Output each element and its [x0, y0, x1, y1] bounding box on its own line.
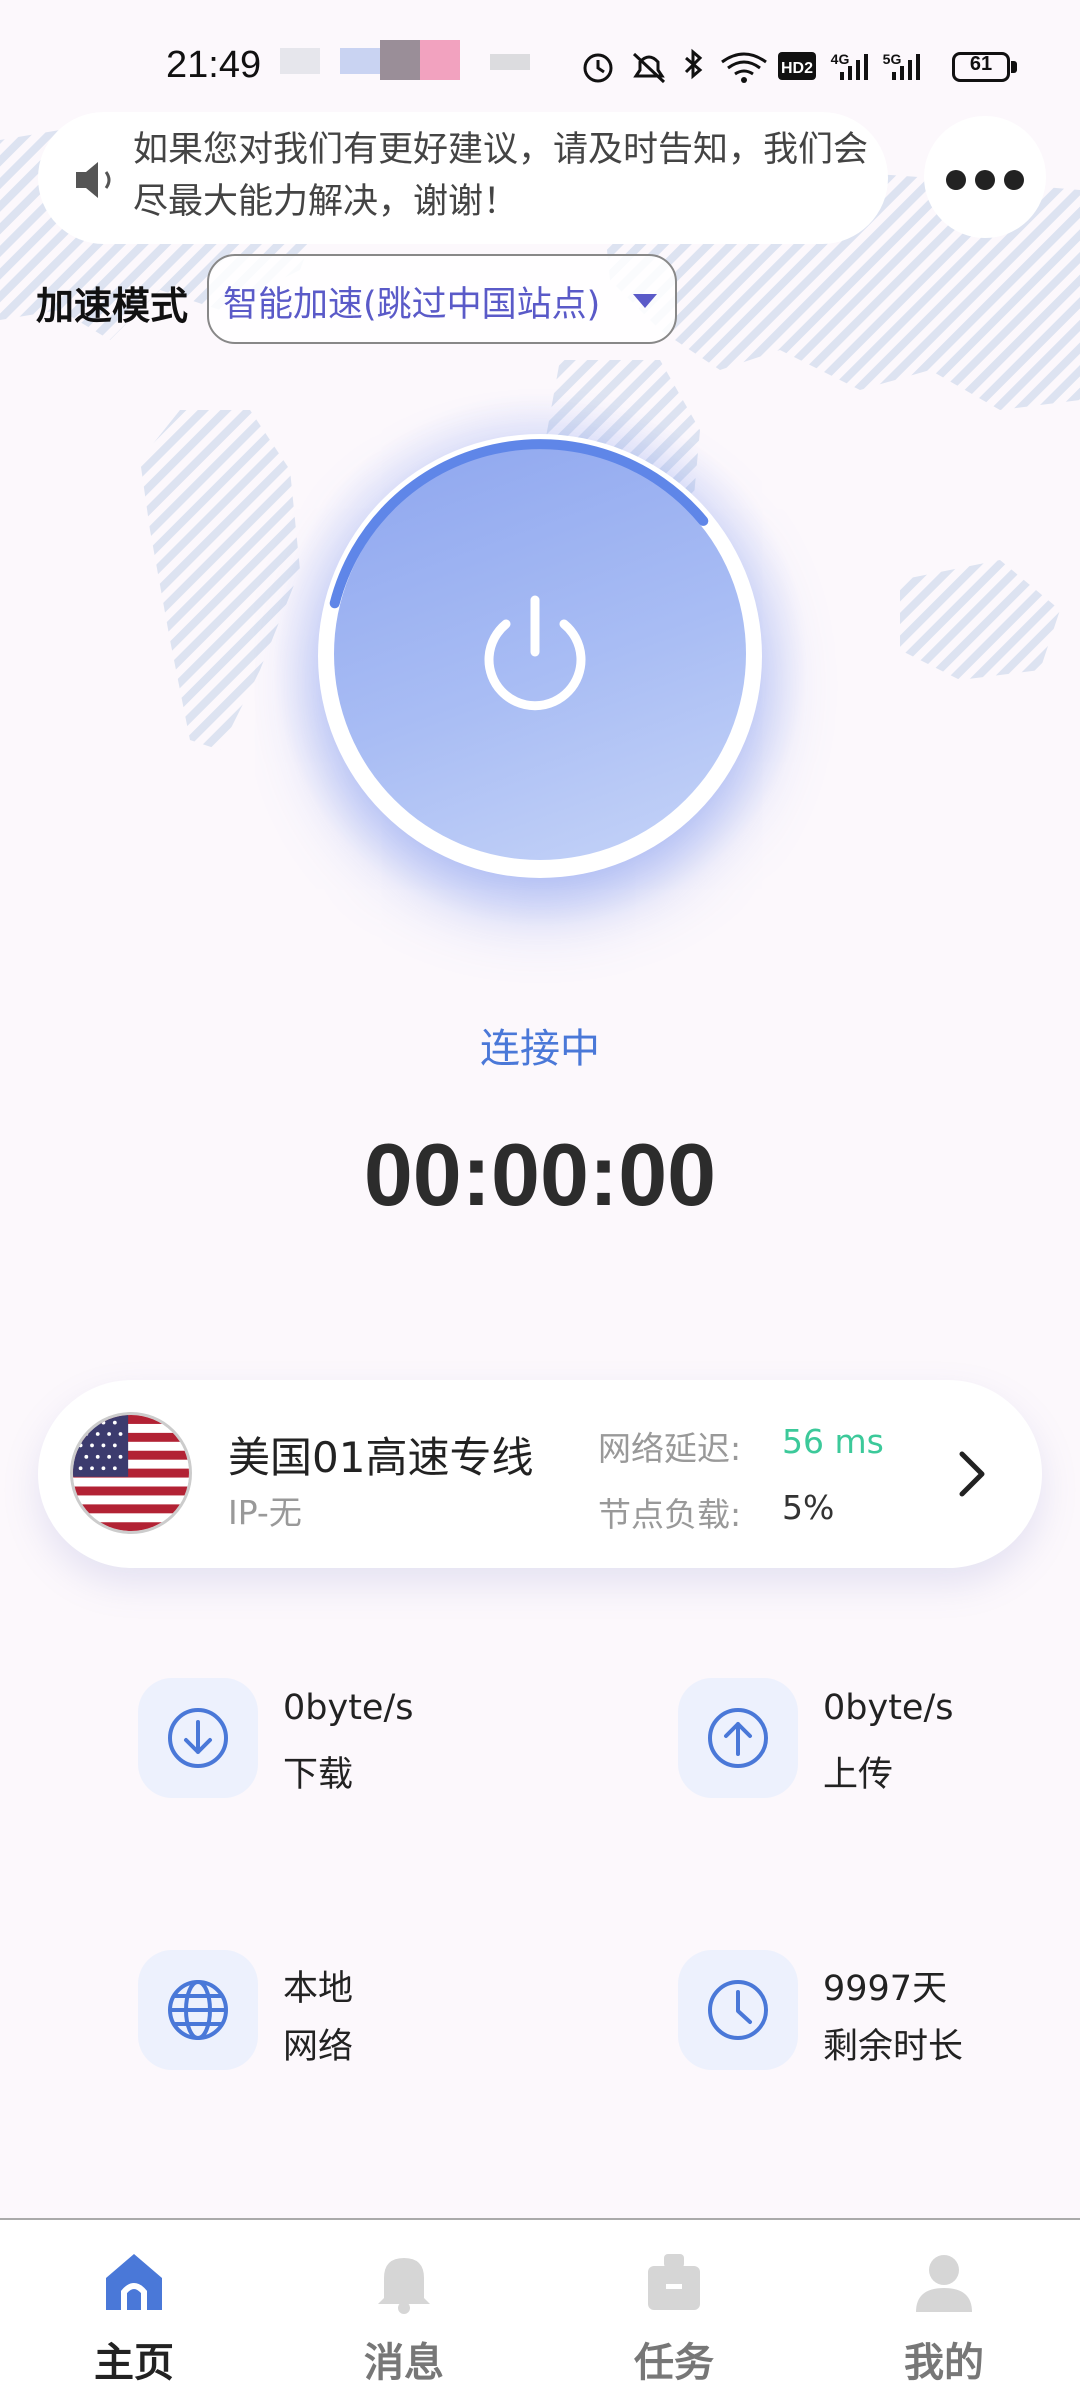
signal-5g-label: 5G: [883, 51, 902, 67]
latency-label: 网络延迟:: [598, 1429, 742, 1468]
download-speed: 0byte/s: [283, 1688, 414, 1728]
more-dot-icon: [1004, 170, 1024, 190]
app-screen: 21:49 HD2 4G 5G 61 如果您对我们有更好建议，请及时告知，我们会…: [0, 0, 1080, 2400]
more-dot-icon: [946, 170, 966, 190]
more-options-button[interactable]: [924, 116, 1046, 238]
nav-profile-label: 我的: [904, 2340, 984, 2386]
server-ip: IP-无: [228, 1493, 302, 1532]
globe-icon: [168, 1980, 228, 2040]
battery-tip: [1011, 61, 1017, 73]
bell-icon: [378, 2258, 430, 2314]
nav-tasks[interactable]: 任务: [574, 2218, 774, 2400]
clock-icon-box: [678, 1950, 798, 2070]
clock-icon: [708, 1980, 768, 2040]
download-icon: [168, 1708, 228, 1768]
mode-label: 加速模式: [36, 284, 189, 328]
mode-selected-value: 智能加速(跳过中国站点): [223, 285, 601, 325]
connection-timer: 00:00:00: [363, 1125, 717, 1224]
nav-home-label: 主页: [94, 2340, 174, 2386]
tasks-icon: [648, 2254, 700, 2310]
download-label: 下载: [283, 1755, 354, 1795]
upload-label: 上传: [823, 1755, 894, 1795]
nav-home[interactable]: 主页: [34, 2218, 234, 2400]
speaker-icon: [76, 162, 111, 198]
network-type: 本地: [283, 1969, 354, 2009]
latency-value: 56 ms: [782, 1422, 884, 1461]
nav-profile[interactable]: 我的: [844, 2218, 1044, 2400]
download-icon-box: [138, 1678, 258, 1798]
dropdown-arrow-icon: [633, 294, 657, 308]
globe-icon-box: [138, 1950, 258, 2070]
network-label: 网络: [283, 2027, 354, 2067]
connection-status: 连接中: [480, 1026, 600, 1072]
battery-icon: 61: [952, 52, 1010, 82]
load-value: 5%: [782, 1488, 835, 1527]
hd-label: HD2: [781, 60, 813, 77]
status-time: 21:49: [166, 44, 262, 86]
profile-icon: [916, 2255, 972, 2312]
mode-dropdown[interactable]: 智能加速(跳过中国站点): [207, 254, 677, 344]
home-icon: [106, 2254, 162, 2313]
remaining-time: 9997天: [823, 1969, 948, 2009]
us-flag-icon: [70, 1412, 192, 1534]
battery-level: 61: [969, 53, 993, 75]
nav-messages[interactable]: 消息: [304, 2218, 504, 2400]
chevron-right-icon[interactable]: [952, 1448, 992, 1500]
upload-speed: 0byte/s: [823, 1688, 954, 1728]
server-name: 美国01高速专线: [228, 1433, 534, 1482]
status-bar: 21:49 HD2 4G 5G 61: [0, 0, 1080, 120]
announcement-text: 如果您对我们有更好建议，请及时告知，我们会尽最大能力解决，谢谢！: [133, 130, 869, 222]
signal-4g-label: 4G: [831, 51, 850, 67]
remaining-label: 剩余时长: [823, 2027, 964, 2067]
nav-tasks-label: 任务: [634, 2340, 714, 2386]
blurred-notification-icons: [280, 40, 530, 80]
upload-icon: [708, 1708, 768, 1768]
nav-messages-label: 消息: [364, 2340, 444, 2386]
more-dot-icon: [975, 170, 995, 190]
power-icon: [484, 595, 586, 711]
load-label: 节点负载:: [598, 1495, 742, 1534]
upload-icon-box: [678, 1678, 798, 1798]
